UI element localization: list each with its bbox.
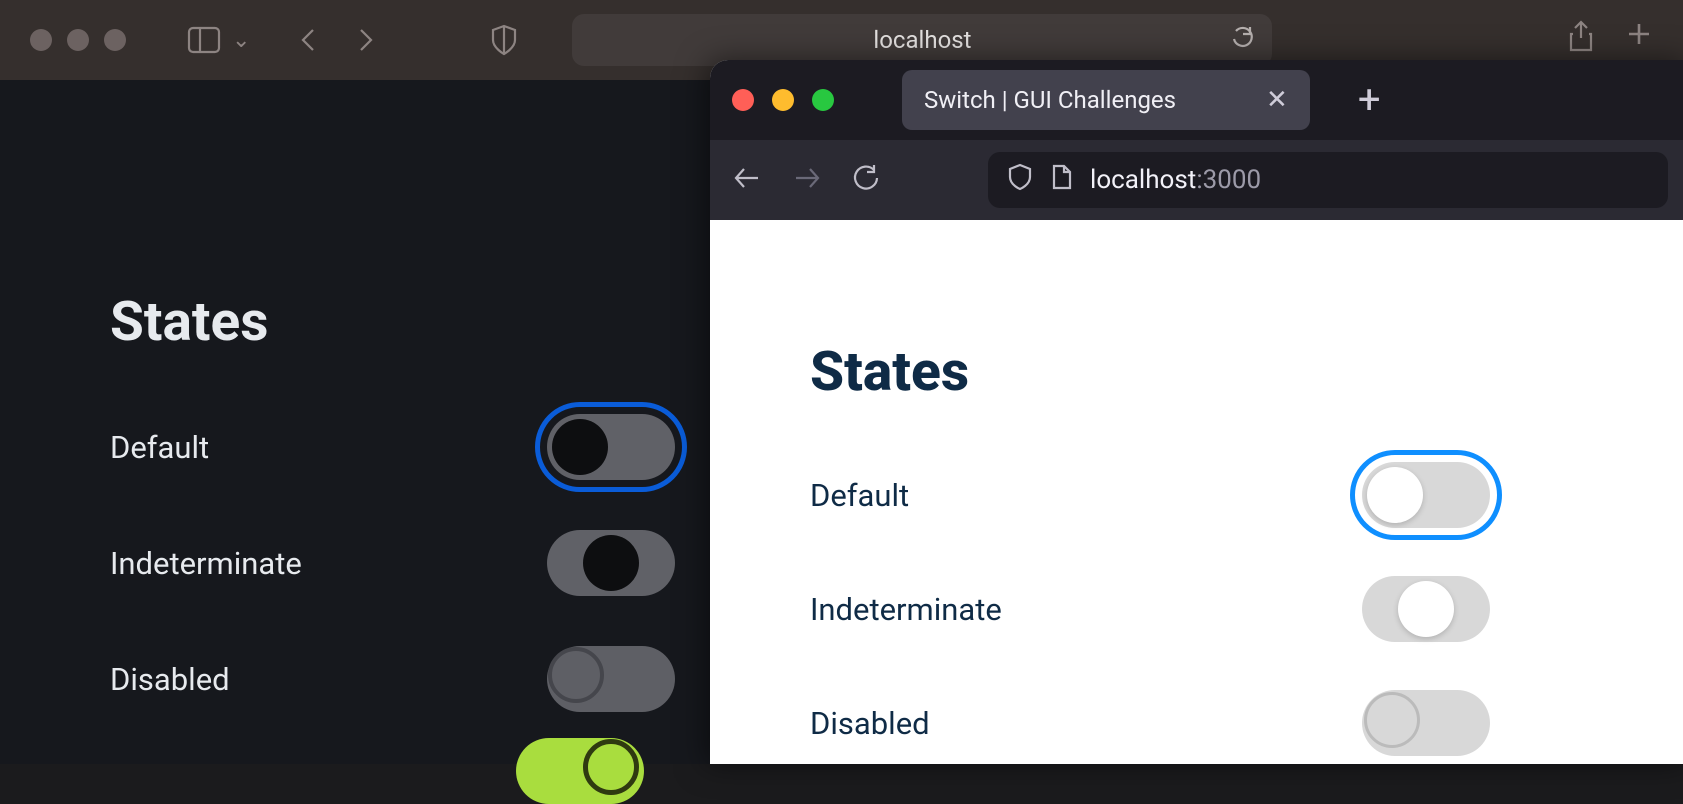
reload-button[interactable] [852,164,880,196]
switch-label: Default [810,477,909,514]
close-tab-icon[interactable]: ✕ [1266,85,1288,115]
maximize-window-button[interactable] [104,29,126,51]
chevron-down-icon: ⌄ [232,28,250,53]
share-icon[interactable] [1567,20,1595,56]
url-port: :3000 [1196,165,1261,195]
address-bar[interactable]: localhost:3000 [988,152,1668,208]
firefox-page-content: States Default Indeterminate Disabled [710,220,1683,764]
switch-indeterminate[interactable] [1362,576,1490,642]
switch-label: Indeterminate [810,591,1002,628]
tab-title: Switch | GUI Challenges [924,86,1176,114]
safari-right-controls [1567,20,1653,56]
switch-indeterminate[interactable] [547,530,675,596]
switch-thumb [583,535,639,591]
firefox-tabbar: Switch | GUI Challenges ✕ + [710,60,1683,140]
switch-row-indeterminate: Indeterminate [810,576,1490,642]
switch-disabled [1362,690,1490,756]
shield-icon[interactable] [1008,163,1032,198]
traffic-lights [30,29,126,51]
switch-label: Disabled [110,661,230,698]
switch-thumb [583,739,639,795]
firefox-toolbar: localhost:3000 [710,140,1683,220]
url-host: localhost [1090,165,1196,195]
switch-default[interactable] [547,414,675,480]
maximize-window-button[interactable] [812,89,834,111]
close-window-button[interactable] [732,89,754,111]
forward-button[interactable] [346,20,386,60]
close-window-button[interactable] [30,29,52,51]
back-button[interactable] [288,20,328,60]
browser-tab[interactable]: Switch | GUI Challenges ✕ [902,70,1310,130]
reload-icon[interactable] [1230,23,1254,57]
address-bar[interactable]: localhost [572,14,1272,66]
switch-label: Indeterminate [110,545,302,582]
new-tab-icon[interactable] [1625,20,1653,56]
switch-thumb [1364,692,1420,748]
minimize-window-button[interactable] [67,29,89,51]
switch-default[interactable] [1362,462,1490,528]
switch-thumb [548,647,604,703]
switch-disabled-checked [516,738,644,804]
new-tab-button[interactable]: + [1358,80,1381,120]
switch-thumb [1367,467,1423,523]
url-text: localhost [873,26,971,54]
forward-button [792,164,822,196]
page-icon [1050,164,1072,197]
switch-row-default: Default [110,414,675,480]
switch-label: Default [110,429,209,466]
firefox-window: Switch | GUI Challenges ✕ + loc [710,60,1683,764]
switch-row-disabled: Disabled [110,646,675,712]
page-title: States [810,340,1683,404]
shield-icon[interactable] [484,20,524,60]
switch-thumb [552,419,608,475]
switch-row-disabled: Disabled [810,690,1490,756]
switch-row-indeterminate: Indeterminate [110,530,675,596]
minimize-window-button[interactable] [772,89,794,111]
switch-row-default: Default [810,462,1490,528]
back-button[interactable] [732,164,762,196]
nav-buttons [732,164,880,196]
sidebar-toggle-button[interactable] [184,20,224,60]
switch-thumb [1398,581,1454,637]
traffic-lights [732,89,834,111]
switch-label: Disabled [810,705,930,742]
switch-disabled [547,646,675,712]
